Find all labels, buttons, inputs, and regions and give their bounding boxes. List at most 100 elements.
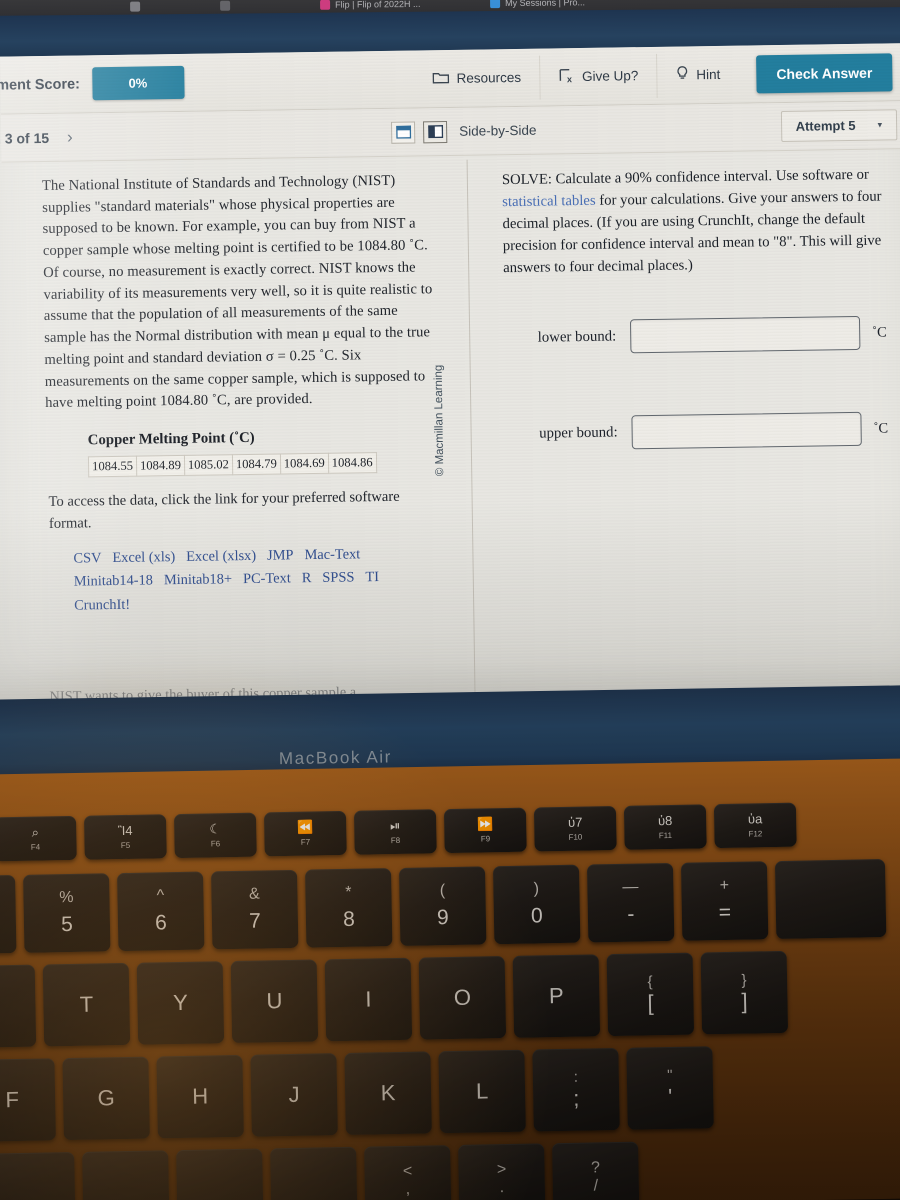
key-fn-label: F4 (30, 842, 41, 852)
format-link-pc-text[interactable]: PC-Text (243, 571, 291, 588)
format-link-minitab14-18[interactable]: Minitab14-18 (74, 573, 153, 590)
keyboard-key-l[interactable]: L (438, 1049, 526, 1134)
keyboard-key-sym[interactable]: + = (680, 861, 769, 941)
format-link-mac-text[interactable]: Mac-Text (304, 546, 360, 563)
resources-label: Resources (456, 69, 522, 86)
tab-favicon (490, 0, 501, 9)
keyboard-key-sym[interactable]: >. (458, 1143, 546, 1200)
key-label: ' (667, 1083, 673, 1109)
keyboard-key-f10[interactable]: ὐ7 F10 (533, 805, 617, 852)
attempt-selector[interactable]: Attempt 5 ▾ (780, 109, 898, 143)
key-label: 5 (60, 912, 74, 937)
keyboard-key-blank[interactable] (774, 859, 887, 940)
format-link-jmp[interactable]: JMP (267, 547, 294, 563)
hint-button[interactable]: Hint (656, 52, 739, 98)
tab-favicon (220, 0, 231, 11)
key-upper-label: ? (590, 1159, 601, 1177)
keyboard-key-6[interactable]: ^ 6 (117, 871, 205, 952)
keyboard-key-blank[interactable] (176, 1148, 264, 1200)
key-label: R (0, 993, 1, 1019)
keyboard-key-f6[interactable]: ☾ F6 (173, 812, 257, 859)
keyboard-key-p[interactable]: P (512, 954, 601, 1038)
keyboard-key-r[interactable]: R (0, 964, 37, 1049)
keyboard-key-f9[interactable]: ⏩ F9 (443, 807, 527, 854)
keyboard-key-f11[interactable]: ὐ8 F11 (623, 804, 707, 850)
keyboard-key-0[interactable]: ) 0 (492, 864, 581, 945)
next-question-chevron-icon[interactable]: › (67, 127, 73, 147)
keyboard-key-blank[interactable] (270, 1146, 358, 1200)
lightbulb-icon (675, 65, 689, 84)
keyboard-key-8[interactable]: * 8 (305, 868, 393, 948)
format-link-excel-xlsx[interactable]: Excel (xlsx) (186, 548, 256, 565)
lower-bound-input[interactable] (629, 316, 861, 354)
keyboard-key-sym[interactable]: :; (532, 1047, 620, 1132)
key-label: U (266, 988, 283, 1014)
keyboard-key-i[interactable]: I (324, 957, 413, 1042)
view-mode-toggles: Side-by-Side (391, 119, 537, 144)
keyboard-key-o[interactable]: O (418, 956, 507, 1040)
key-upper-label: } (741, 971, 747, 989)
upper-bound-input[interactable] (631, 412, 862, 450)
keyboard-key-h[interactable]: H (156, 1054, 244, 1139)
key-label: T (79, 991, 94, 1017)
upper-bound-row: upper bound: ˚C (505, 412, 895, 452)
key-label: Y (172, 989, 188, 1016)
format-link-spss[interactable]: SPSS (322, 570, 354, 586)
statistical-tables-link[interactable]: statistical tables (502, 193, 596, 210)
check-answer-button[interactable]: Check Answer (756, 52, 893, 93)
question-text-pane: The National Institute of Standards and … (2, 156, 475, 702)
keyboard-key-f8[interactable]: ⏯ F8 (353, 809, 437, 855)
format-link-ti[interactable]: TI (365, 569, 379, 585)
key-upper-label: { (647, 972, 653, 990)
format-link-minitab18plus[interactable]: Minitab18+ (164, 571, 232, 588)
give-up-button[interactable]: x Give Up? (538, 53, 657, 100)
stacked-view-toggle[interactable] (391, 120, 416, 144)
keyboard-key-blank[interactable] (0, 1151, 76, 1200)
key-fn-label: F10 (568, 832, 583, 842)
table-row: 1084.55 1084.89 1085.02 1084.79 1084.69 … (88, 452, 377, 477)
keyboard-key-f5[interactable]: Ἲ4 F5 (83, 814, 167, 860)
keyboard-key-sym[interactable]: <, (364, 1145, 452, 1200)
key-upper-label: > (496, 1161, 507, 1179)
format-link-excel-xls[interactable]: Excel (xls) (112, 549, 175, 566)
key-fn-label: F7 (300, 837, 311, 847)
keyboard-key-t[interactable]: T (42, 962, 131, 1047)
key-label: P (548, 982, 564, 1009)
key-label: 6 (154, 911, 168, 935)
key-upper-label: : (573, 1068, 579, 1086)
keyboard-key-sym[interactable]: }] (700, 950, 789, 1035)
keyboard-key-f4[interactable]: ⌕ F4 (0, 815, 77, 862)
key-fn-label: F12 (748, 829, 763, 839)
keyboard-key-9[interactable]: (9 (398, 866, 487, 946)
tab-favicon (320, 0, 331, 10)
keyboard-key-u[interactable]: U (230, 959, 319, 1044)
key-glyph-icon: ⌕ (31, 824, 40, 840)
keyboard-key-f12[interactable]: ὐa F12 (713, 802, 797, 849)
keyboard-key-f[interactable]: F (0, 1058, 56, 1142)
key-glyph-icon: ⏯ (389, 818, 401, 834)
keyboard-key-j[interactable]: J (250, 1053, 338, 1137)
keyboard-key-f7[interactable]: ⏪ F7 (263, 810, 347, 857)
resources-button[interactable]: Resources (414, 55, 539, 101)
keyboard-key-k[interactable]: K (344, 1051, 432, 1135)
attempt-label: Attempt 5 (795, 117, 856, 134)
keyboard-key-sym[interactable]: {[ (606, 952, 695, 1037)
keyboard-key-g[interactable]: G (62, 1056, 150, 1141)
laptop-screen: gnment Score: 0% Resources x Give Up? Hi… (0, 42, 900, 702)
key-fn-label: F6 (210, 839, 221, 849)
key-upper-label: % (59, 888, 74, 907)
format-link-crunchit[interactable]: CrunchIt! (74, 596, 130, 613)
keyboard-key-4[interactable]: $4 (0, 875, 17, 955)
format-link-csv[interactable]: CSV (73, 550, 101, 566)
upper-bound-label: upper bound: (539, 424, 618, 442)
keyboard-key-sym[interactable]: " ' (626, 1046, 714, 1130)
format-link-r[interactable]: R (302, 570, 312, 586)
keyboard-key-y[interactable]: Y (136, 961, 225, 1045)
keyboard-key-blank[interactable] (82, 1150, 170, 1200)
keyboard-key-sym[interactable]: ? / (552, 1141, 640, 1200)
key-label: , (405, 1180, 411, 1198)
keyboard-key-5[interactable]: % 5 (23, 873, 111, 953)
keyboard-key-sym[interactable]: — - (586, 862, 675, 943)
keyboard-key-7[interactable]: & 7 (211, 869, 299, 950)
side-by-side-view-toggle[interactable] (422, 120, 448, 143)
